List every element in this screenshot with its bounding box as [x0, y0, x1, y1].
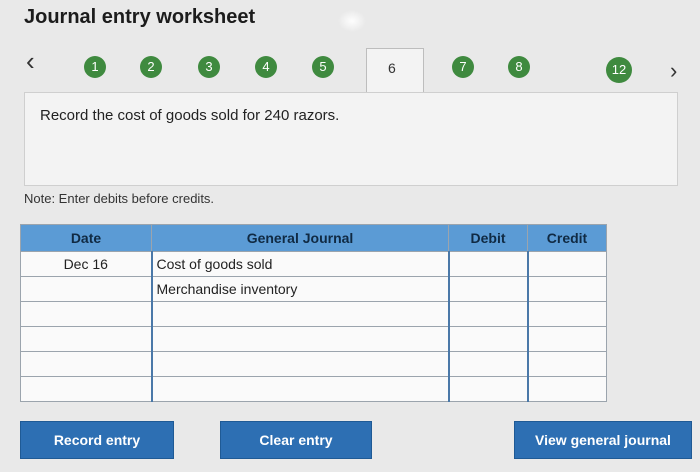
account-cell[interactable]: Cost of goods sold: [150, 251, 449, 277]
header-debit: Debit: [448, 224, 528, 252]
record-entry-button[interactable]: Record entry: [20, 421, 174, 459]
date-cell[interactable]: [20, 326, 152, 352]
page-title: Journal entry worksheet: [24, 6, 256, 28]
step-4-button[interactable]: 4: [255, 56, 277, 78]
debit-input[interactable]: [447, 326, 528, 352]
table-row: [20, 376, 607, 402]
clear-entry-button[interactable]: Clear entry: [220, 421, 372, 459]
journal-table: Date General Journal Debit Credit Dec 16…: [20, 224, 607, 402]
credit-input[interactable]: [526, 351, 607, 377]
account-cell[interactable]: [150, 301, 449, 327]
table-row: [20, 351, 607, 377]
credit-input[interactable]: [526, 326, 607, 352]
screen-glare: [338, 10, 366, 32]
step-6-label: 6: [388, 60, 396, 76]
account-cell[interactable]: Merchandise inventory: [150, 276, 449, 302]
account-cell[interactable]: [150, 351, 449, 377]
note-text: Note: Enter debits before credits.: [24, 191, 215, 206]
step-12-button[interactable]: 12: [606, 57, 632, 83]
date-cell[interactable]: [20, 351, 152, 377]
step-2-button[interactable]: 2: [140, 56, 162, 78]
credit-input[interactable]: [526, 276, 607, 302]
step-7-button[interactable]: 7: [452, 56, 474, 78]
table-row: Merchandise inventory: [20, 276, 607, 302]
debit-input[interactable]: [447, 276, 528, 302]
date-cell[interactable]: [20, 376, 152, 402]
credit-input[interactable]: [526, 251, 607, 277]
chevron-right-icon[interactable]: ›: [670, 58, 677, 84]
credit-input[interactable]: [526, 301, 607, 327]
step-8-button[interactable]: 8: [508, 56, 530, 78]
table-row: Dec 16 Cost of goods sold: [20, 251, 607, 277]
date-cell[interactable]: [20, 301, 152, 327]
step-1-button[interactable]: 1: [84, 56, 106, 78]
step-3-button[interactable]: 3: [198, 56, 220, 78]
table-row: [20, 326, 607, 352]
header-credit: Credit: [527, 224, 607, 252]
header-date: Date: [20, 224, 152, 252]
step-5-button[interactable]: 5: [312, 56, 334, 78]
debit-input[interactable]: [447, 301, 528, 327]
instruction-text: Record the cost of goods sold for 240 ra…: [40, 107, 340, 124]
table-row: [20, 301, 607, 327]
chevron-left-icon[interactable]: ‹: [26, 48, 35, 74]
debit-input[interactable]: [447, 376, 528, 402]
header-general-journal: General Journal: [151, 224, 449, 252]
debit-input[interactable]: [447, 351, 528, 377]
debit-input[interactable]: [447, 251, 528, 277]
view-general-journal-button[interactable]: View general journal: [514, 421, 692, 459]
account-cell[interactable]: [150, 376, 449, 402]
account-cell[interactable]: [150, 326, 449, 352]
date-cell[interactable]: [20, 276, 152, 302]
date-cell[interactable]: Dec 16: [20, 251, 152, 277]
credit-input[interactable]: [526, 376, 607, 402]
